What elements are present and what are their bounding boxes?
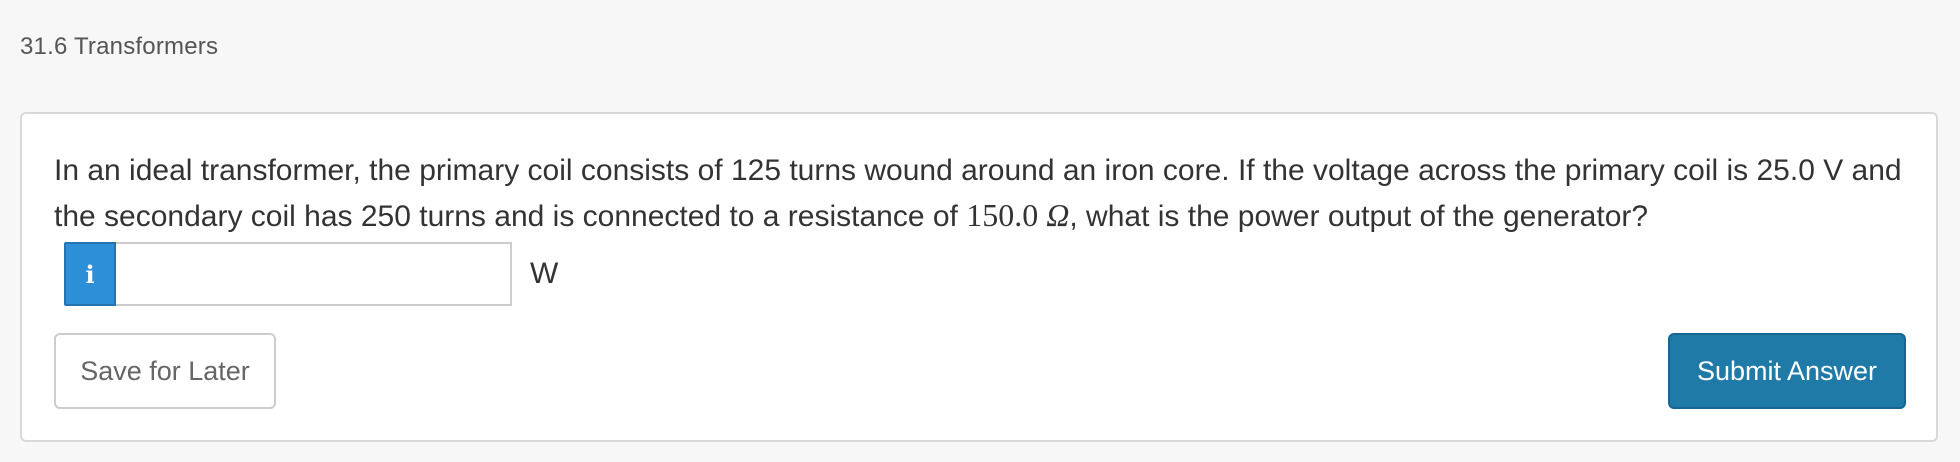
question-text: In an ideal transformer, the primary coi… (54, 148, 1924, 239)
answer-row: i W (64, 242, 558, 306)
question-card: In an ideal transformer, the primary coi… (20, 112, 1938, 442)
answer-unit: W (530, 257, 559, 290)
resistance-value: 150.0 (966, 197, 1039, 233)
section-title: 31.6 Transformers (20, 33, 219, 60)
resistance-unit: Ω (1046, 197, 1070, 233)
info-glyph: i (85, 259, 95, 289)
save-for-later-button[interactable]: Save for Later (54, 333, 276, 409)
info-icon[interactable]: i (64, 242, 116, 306)
submit-answer-button[interactable]: Submit Answer (1668, 333, 1906, 409)
answer-input[interactable] (116, 242, 512, 306)
question-text-after: , what is the power output of the genera… (1069, 200, 1649, 233)
resistance-math: 150.0 Ω (966, 197, 1069, 233)
